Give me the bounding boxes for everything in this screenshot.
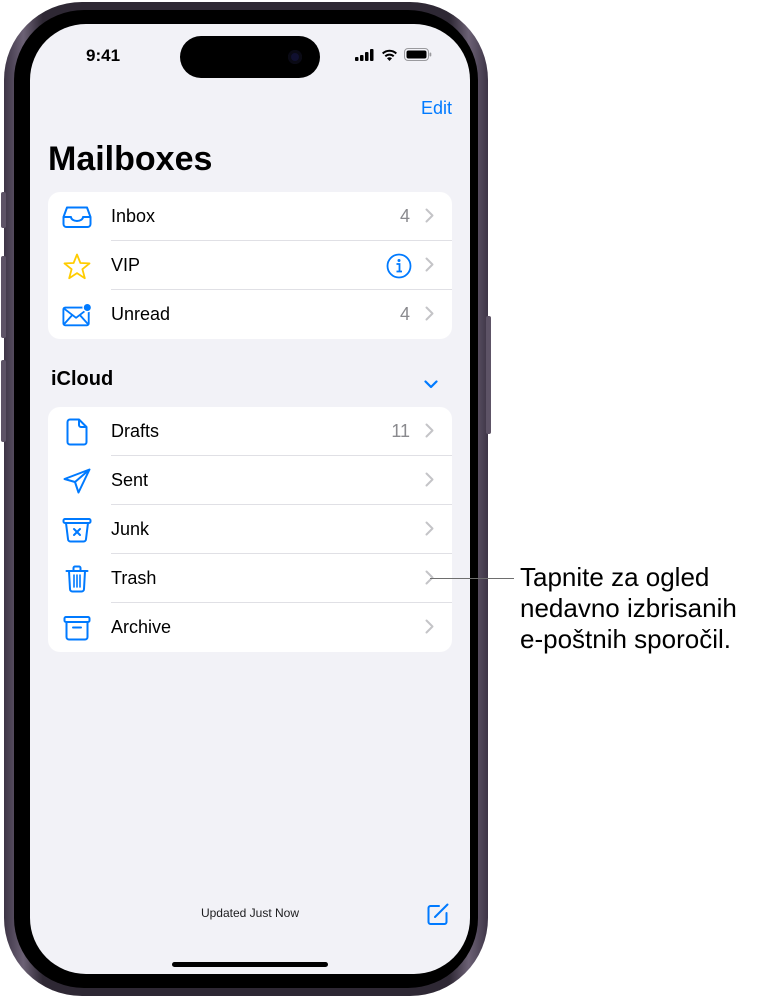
phone-frame: 9:41 Edit Mailboxes Inbox 4 VIP Unread 4… — [1, 2, 491, 996]
cellular-signal-icon — [355, 48, 374, 61]
mailbox-count: 11 — [391, 421, 410, 441]
junk-bin-icon — [62, 517, 92, 543]
mailbox-label: Inbox — [111, 206, 156, 226]
wifi-icon — [382, 49, 397, 61]
page-title: Mailboxes — [48, 140, 213, 178]
mailbox-row-inbox[interactable]: Inbox 4 — [48, 192, 452, 241]
power-button — [486, 316, 491, 434]
chevron-right-icon — [425, 570, 434, 590]
status-time: 9:41 — [86, 46, 121, 65]
update-status-text: Updated Just Now — [200, 906, 300, 920]
mailbox-row-unread[interactable]: Unread 4 — [48, 290, 452, 339]
mailbox-label: Junk — [111, 519, 150, 539]
mailbox-row-sent[interactable]: Sent — [48, 456, 452, 505]
edit-button[interactable]: Edit — [421, 98, 452, 119]
chevron-right-icon — [425, 423, 434, 443]
callout-text: Tapnite za ogled nedavno izbrisanih e-po… — [520, 562, 782, 655]
mailbox-label: VIP — [111, 255, 141, 275]
chevron-right-icon — [425, 521, 434, 541]
info-circle-icon[interactable] — [386, 253, 412, 284]
screen: 9:41 Edit Mailboxes Inbox 4 VIP Unread 4… — [30, 24, 470, 974]
mailbox-label: Unread — [111, 304, 171, 324]
chevron-right-icon — [425, 306, 434, 326]
mailbox-label: Sent — [111, 470, 149, 490]
mailbox-row-trash[interactable]: Trash — [48, 554, 452, 603]
mailbox-row-drafts[interactable]: Drafts 11 — [48, 407, 452, 456]
volume-down-button — [1, 360, 6, 442]
mailbox-row-archive[interactable]: Archive — [48, 603, 452, 652]
chevron-down-icon[interactable] — [424, 376, 438, 394]
paper-plane-icon — [62, 468, 92, 494]
envelope-unread-icon — [62, 302, 92, 328]
inbox-tray-icon — [62, 204, 92, 230]
mailbox-row-vip[interactable]: VIP — [48, 241, 452, 290]
callout-line-2: nedavno izbrisanih — [520, 593, 737, 623]
icloud-section-header[interactable]: iCloud — [51, 368, 113, 391]
icloud-group: Drafts 11 Sent Junk Trash Archive — [48, 407, 452, 652]
star-icon — [62, 253, 92, 279]
action-button — [1, 192, 6, 228]
chevron-right-icon — [425, 208, 434, 228]
callout-line-3: e-poštnih sporočil. — [520, 624, 731, 654]
mailbox-label: Drafts — [111, 421, 160, 441]
home-indicator[interactable] — [172, 962, 328, 967]
callout-line-1: Tapnite za ogled — [520, 562, 710, 592]
archive-box-icon — [62, 615, 92, 641]
chevron-right-icon — [425, 257, 434, 277]
volume-up-button — [1, 256, 6, 338]
camera-icon — [288, 50, 302, 64]
chevron-right-icon — [425, 619, 434, 639]
battery-icon — [404, 48, 432, 61]
mailbox-row-junk[interactable]: Junk — [48, 505, 452, 554]
mailboxes-group: Inbox 4 VIP Unread 4 — [48, 192, 452, 339]
mailbox-count: 4 — [399, 206, 410, 226]
chevron-right-icon — [425, 472, 434, 492]
trash-icon — [62, 565, 92, 593]
compose-icon[interactable] — [426, 902, 450, 931]
document-icon — [62, 418, 92, 446]
mailbox-label: Archive — [111, 617, 172, 637]
mailbox-label: Trash — [111, 568, 157, 588]
dynamic-island — [180, 36, 320, 78]
status-icons — [355, 48, 432, 61]
mailbox-count: 4 — [399, 304, 410, 324]
callout-line — [430, 578, 514, 579]
